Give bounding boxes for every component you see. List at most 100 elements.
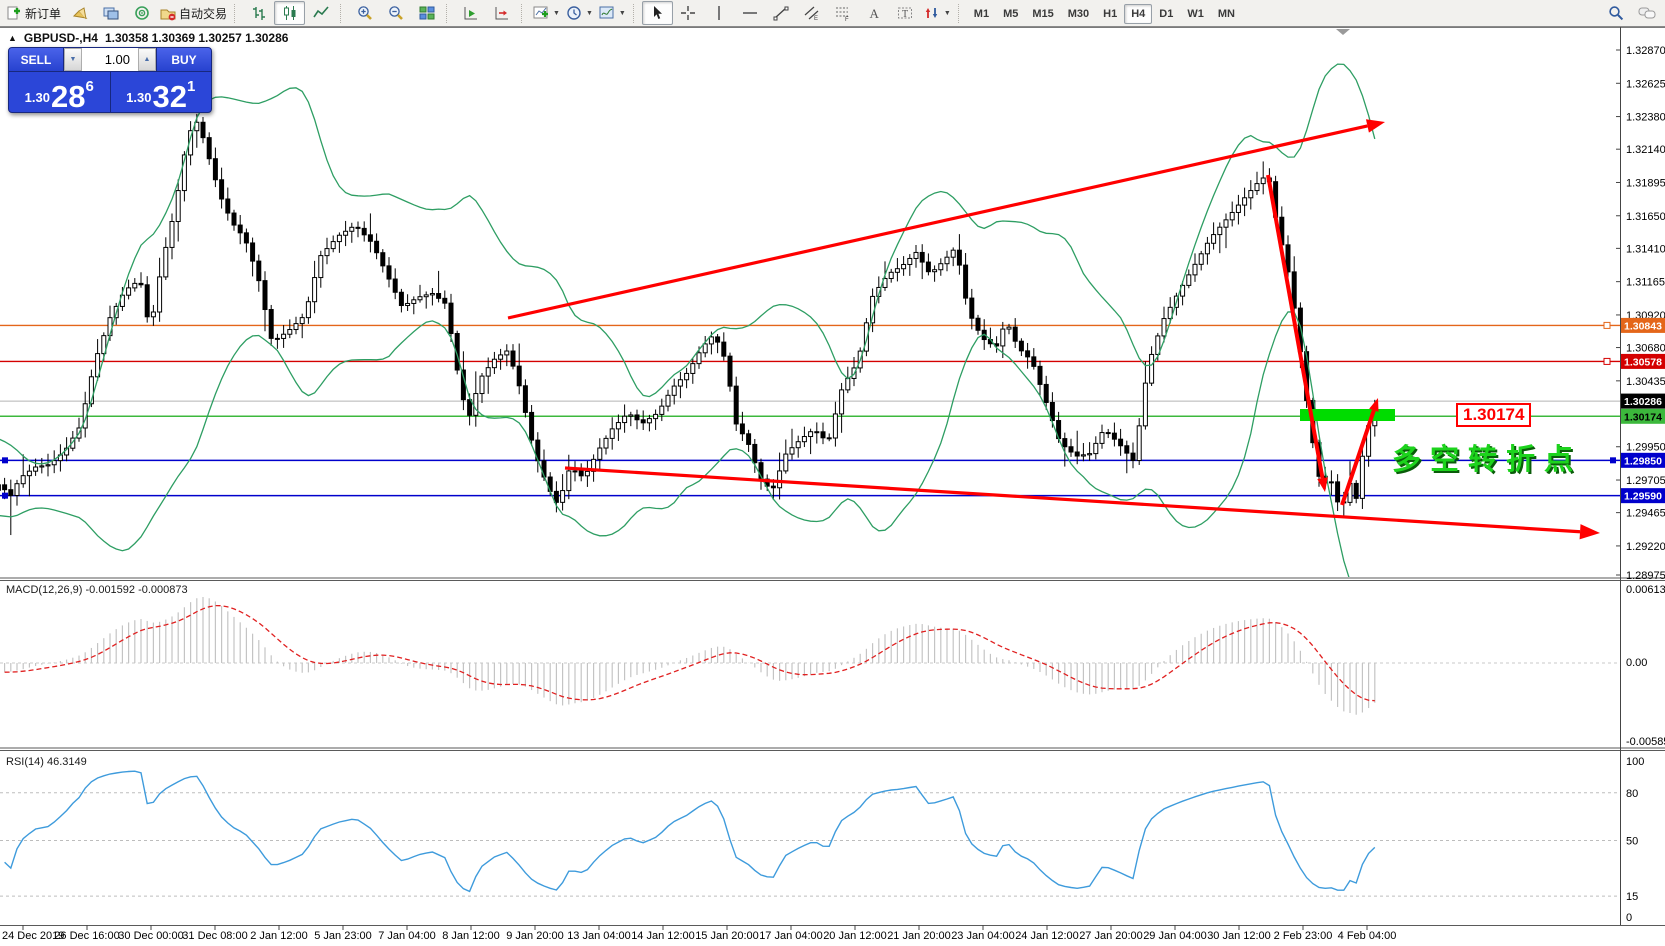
chart-shift-marker — [1336, 29, 1350, 35]
volume-value[interactable]: 1.00 — [82, 48, 138, 71]
svg-text:14 Jan 12:00: 14 Jan 12:00 — [631, 930, 695, 942]
indicators-icon — [533, 5, 549, 21]
tf-button-d1[interactable]: D1 — [1152, 4, 1180, 24]
svg-text:26 Dec 16:00: 26 Dec 16:00 — [54, 930, 119, 942]
svg-text:1.32625: 1.32625 — [1626, 78, 1665, 90]
toolbar-separator — [340, 4, 345, 23]
sell-price-big: 28 — [51, 83, 85, 110]
candles-chart-button[interactable] — [274, 1, 305, 25]
tf-button-m15[interactable]: M15 — [1025, 4, 1060, 24]
chevron-down-icon: ▼ — [586, 10, 593, 17]
chart-shift-button[interactable] — [486, 1, 517, 25]
autotrading-button[interactable]: 自动交易 — [157, 1, 230, 25]
price-annotation[interactable]: 1.30174 — [1456, 403, 1531, 427]
svg-text:1.31410: 1.31410 — [1626, 243, 1665, 255]
svg-text:17 Jan 04:00: 17 Jan 04:00 — [759, 930, 823, 942]
svg-text:1.31895: 1.31895 — [1626, 177, 1665, 189]
horizontal-line-icon — [742, 5, 758, 21]
text-label-button[interactable]: T — [890, 1, 921, 25]
one-click-collapse-icon[interactable]: ▲ — [8, 33, 17, 43]
tf-button-w1[interactable]: W1 — [1180, 4, 1211, 24]
time-axis[interactable]: 24 Dec 201926 Dec 16:0030 Dec 00:0031 De… — [2, 925, 1396, 942]
svg-text:80: 80 — [1626, 788, 1638, 800]
zoom-in-button[interactable] — [349, 1, 380, 25]
rsi-label: RSI(14) 46.3149 — [6, 756, 87, 768]
sell-price[interactable]: 1.30 28 6 — [9, 72, 111, 112]
buy-price-sup: 1 — [187, 78, 195, 95]
svg-text:1.32380: 1.32380 — [1626, 112, 1665, 124]
svg-text:2 Jan 12:00: 2 Jan 12:00 — [250, 930, 308, 942]
sell-button[interactable]: SELL — [9, 48, 63, 71]
chevron-down-icon: ▼ — [944, 10, 951, 17]
zoom-out-button[interactable] — [380, 1, 411, 25]
chart-annotations[interactable] — [2, 119, 1616, 539]
vertical-line-button[interactable] — [704, 1, 735, 25]
zoom-out-icon — [388, 5, 404, 21]
trendline-button[interactable] — [766, 1, 797, 25]
svg-text:1.32140: 1.32140 — [1626, 144, 1665, 156]
templates-button[interactable]: ▼ — [596, 1, 629, 25]
svg-text:1.30843: 1.30843 — [1624, 320, 1662, 332]
search-icon — [1608, 5, 1624, 21]
data-window-button[interactable] — [95, 1, 126, 25]
svg-text:50: 50 — [1626, 836, 1638, 848]
candles-chart-icon — [282, 5, 298, 21]
macd-label: MACD(12,26,9) -0.001592 -0.000873 — [6, 584, 188, 596]
cursor-button[interactable] — [642, 1, 673, 25]
svg-text:30 Dec 00:00: 30 Dec 00:00 — [118, 930, 183, 942]
search-button[interactable] — [1600, 1, 1631, 25]
tf-button-m1[interactable]: M1 — [967, 4, 996, 24]
candlesticks — [0, 114, 1377, 535]
tf-button-h4[interactable]: H4 — [1124, 4, 1152, 24]
signals-button[interactable] — [126, 1, 157, 25]
chart-shift-icon — [494, 5, 510, 21]
fibonacci-icon: F — [835, 5, 851, 21]
macd-name: MACD(12,26,9) — [6, 584, 82, 596]
volume-increase-button[interactable]: ▲ — [138, 48, 156, 71]
rsi-value: 46.3149 — [47, 756, 87, 768]
macd-panel — [0, 597, 1620, 715]
turning-point-annotation[interactable]: 多空转折点 — [1392, 436, 1582, 478]
sell-price-sup: 6 — [85, 78, 93, 95]
buy-price[interactable]: 1.30 32 1 — [111, 72, 212, 112]
buy-button[interactable]: BUY — [157, 48, 211, 71]
svg-text:27 Jan 20:00: 27 Jan 20:00 — [1079, 930, 1143, 942]
chevron-down-icon: ▼ — [70, 56, 77, 63]
clock-icon — [566, 5, 582, 21]
line-chart-button[interactable] — [305, 1, 336, 25]
svg-text:5 Jan 23:00: 5 Jan 23:00 — [314, 930, 372, 942]
horizontal-line-button[interactable] — [735, 1, 766, 25]
svg-text:1.29850: 1.29850 — [1624, 455, 1662, 467]
svg-text:T: T — [902, 9, 908, 20]
chart-plot[interactable]: 1.328701.326251.323801.321401.318951.316… — [0, 27, 1665, 946]
fibonacci-button[interactable]: F — [828, 1, 859, 25]
tf-button-m5[interactable]: M5 — [996, 4, 1025, 24]
tf-button-m30[interactable]: M30 — [1061, 4, 1096, 24]
arrows-button[interactable]: ▼ — [921, 1, 954, 25]
line-handle — [1604, 358, 1610, 364]
auto-scroll-button[interactable] — [455, 1, 486, 25]
svg-text:1.32870: 1.32870 — [1626, 45, 1665, 57]
chat-button[interactable] — [1631, 1, 1662, 25]
text-icon: A — [866, 5, 882, 21]
tf-button-h1[interactable]: H1 — [1096, 4, 1124, 24]
periods-button[interactable]: ▼ — [563, 1, 596, 25]
svg-text:100: 100 — [1626, 756, 1644, 768]
text-button[interactable]: A — [859, 1, 890, 25]
crosshair-button[interactable] — [673, 1, 704, 25]
bars-chart-button[interactable] — [243, 1, 274, 25]
indicators-button[interactable]: ▼ — [530, 1, 563, 25]
market-watch-button[interactable] — [64, 1, 95, 25]
new-order-icon — [6, 5, 22, 21]
toolbar-separator — [958, 4, 963, 23]
volume-decrease-button[interactable]: ▼ — [64, 48, 82, 71]
new-order-button[interactable]: 新订单 — [3, 1, 64, 25]
svg-text:24 Jan 12:00: 24 Jan 12:00 — [1015, 930, 1079, 942]
data-window-icon — [103, 5, 119, 21]
svg-text:0.00: 0.00 — [1626, 657, 1647, 669]
svg-text:1.30174: 1.30174 — [1624, 411, 1662, 423]
equidistant-channel-button[interactable]: E — [797, 1, 828, 25]
tf-button-mn[interactable]: MN — [1211, 4, 1242, 24]
svg-text:-0.00585: -0.00585 — [1626, 736, 1665, 748]
tile-windows-button[interactable] — [411, 1, 442, 25]
